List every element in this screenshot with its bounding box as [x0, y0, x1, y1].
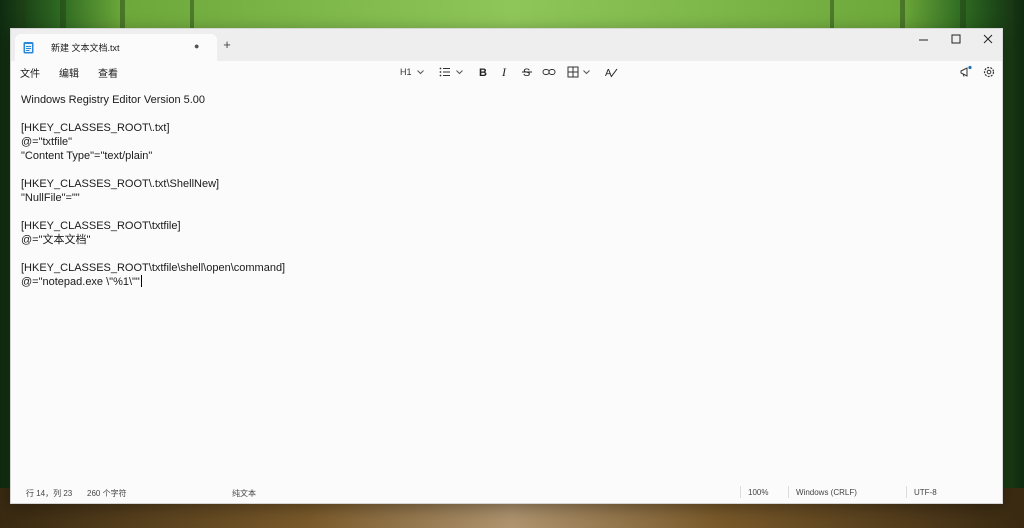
clear-formatting-icon: A — [605, 68, 618, 79]
minimize-button[interactable] — [908, 29, 940, 61]
menu-edit[interactable]: 编辑 — [59, 65, 79, 80]
text-cursor — [140, 275, 142, 287]
tab-title: 新建 文本文档.txt — [51, 43, 120, 53]
strikethrough-icon: S — [522, 67, 532, 79]
svg-text:B: B — [479, 67, 487, 79]
menu-view[interactable]: 查看 — [98, 65, 118, 80]
chevron-down-icon — [583, 70, 590, 75]
link-button[interactable] — [542, 64, 556, 80]
cursor-position: 行 14，列 23 — [26, 489, 73, 498]
notepad-window: 新建 文本文档.txt ● + 文件 编辑 查看 H1 B I S A Wind… — [10, 28, 1003, 504]
status-bar: 行 14，列 23 260 个字符 纯文本 100% Windows (CRLF… — [11, 481, 1002, 503]
strikethrough-button[interactable]: S — [521, 64, 533, 80]
heading-dropdown[interactable]: H1 — [400, 64, 428, 80]
menu-bar: 文件 编辑 查看 H1 B I S A — [11, 61, 1002, 83]
editor-line: @="文本文档" — [21, 234, 91, 246]
chevron-down-icon — [417, 70, 424, 75]
editor-line: Windows Registry Editor Version 5.00 — [21, 94, 206, 106]
bold-button[interactable]: B — [477, 64, 489, 80]
notepad-app-icon — [23, 42, 34, 54]
tab-document[interactable]: 新建 文本文档.txt ● — [15, 34, 217, 61]
editor-line: [HKEY_CLASSES_ROOT\txtfile\shell\open\co… — [21, 262, 286, 274]
bold-icon: B — [479, 67, 487, 79]
status-divider — [788, 486, 789, 498]
unsaved-indicator[interactable]: ● — [194, 41, 199, 51]
svg-text:S: S — [523, 67, 530, 79]
svg-text:I: I — [501, 65, 507, 79]
editor-line: [HKEY_CLASSES_ROOT\txtfile] — [21, 220, 181, 232]
format-indicator[interactable]: 纯文本 — [232, 488, 256, 499]
clear-formatting-button[interactable]: A — [604, 64, 618, 80]
link-icon — [542, 69, 556, 75]
status-divider — [740, 486, 741, 498]
close-icon — [983, 34, 993, 44]
status-divider — [906, 486, 907, 498]
copilot-button[interactable] — [959, 64, 973, 80]
title-bar: 新建 文本文档.txt ● + — [11, 29, 1002, 61]
editor-line: "NullFile"="" — [21, 192, 80, 204]
menu-file[interactable]: 文件 — [20, 65, 40, 80]
list-icon — [439, 67, 450, 77]
text-editor[interactable]: Windows Registry Editor Version 5.00 [HKE… — [21, 93, 992, 289]
table-icon — [567, 66, 579, 78]
italic-icon: I — [501, 65, 507, 79]
encoding[interactable]: UTF-8 — [914, 488, 937, 497]
gear-icon — [983, 66, 995, 78]
settings-button[interactable] — [982, 64, 996, 80]
editor-line: @="txtfile" — [21, 136, 73, 148]
editor-line: @="notepad.exe \"%1\"" — [21, 275, 142, 288]
editor-line: [HKEY_CLASSES_ROOT\.txt\ShellNew] — [21, 178, 220, 190]
editor-line: [HKEY_CLASSES_ROOT\.txt] — [21, 122, 170, 134]
close-button[interactable] — [972, 29, 1004, 61]
new-tab-button[interactable]: + — [218, 36, 236, 54]
megaphone-icon — [960, 65, 972, 77]
heading-label: H1 — [400, 67, 412, 77]
line-ending[interactable]: Windows (CRLF) — [796, 488, 857, 497]
editor-line: "Content Type"="text/plain" — [21, 150, 153, 162]
chevron-down-icon — [456, 70, 463, 75]
maximize-button[interactable] — [940, 29, 972, 61]
minimize-icon — [919, 39, 928, 41]
svg-text:A: A — [605, 68, 612, 79]
table-dropdown[interactable] — [567, 64, 593, 80]
list-dropdown[interactable] — [439, 64, 465, 80]
zoom-level[interactable]: 100% — [748, 488, 768, 497]
italic-button[interactable]: I — [499, 64, 511, 80]
maximize-icon — [951, 34, 961, 44]
character-count: 260 个字符 — [87, 489, 127, 498]
